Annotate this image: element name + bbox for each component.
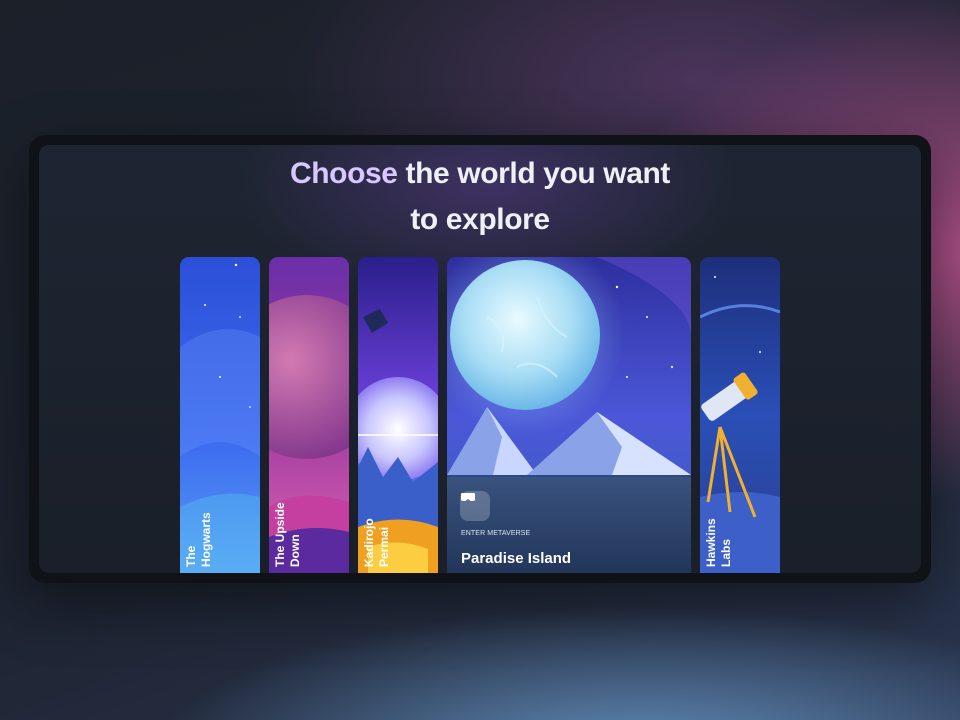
enter-metaverse-label[interactable]: ENTER METAVERSE — [461, 530, 530, 537]
world-label-text: The Hogwarts — [184, 512, 214, 567]
page-title-line-1: Choose the world you want — [39, 151, 921, 197]
app-screen: Choose the world you want to explore The… — [39, 145, 921, 573]
title-line-1-text: the world you want — [405, 157, 671, 190]
world-label-upside-down: The Upside Down — [269, 497, 349, 567]
vr-headset-icon — [461, 493, 475, 501]
vr-headset-button[interactable] — [460, 491, 490, 521]
world-label-kadirojo: Kadirojo Permai — [358, 497, 438, 567]
world-label-line-1: The Upside — [273, 502, 287, 567]
world-label-hawkins: Hawkins Labs — [700, 497, 780, 567]
world-label-line-2: Labs — [719, 538, 733, 567]
world-label-text: Hawkins Labs — [704, 518, 734, 567]
world-card-upside-down[interactable]: The Upside Down — [269, 257, 349, 573]
world-label-line-1: Kadirojo — [362, 518, 376, 567]
device-frame: Choose the world you want to explore The… — [29, 135, 931, 583]
world-label-line-1: The — [184, 545, 198, 567]
world-label-hogwarts: The Hogwarts — [180, 497, 260, 567]
world-info-panel: ENTER METAVERSE Paradise Island — [447, 477, 691, 573]
title-line-2-text: to explore — [410, 203, 550, 236]
title-accent-word: Choose — [289, 157, 398, 190]
world-card-hogwarts[interactable]: The Hogwarts — [180, 257, 260, 573]
world-card-paradise-island[interactable]: ENTER METAVERSE Paradise Island — [447, 257, 691, 573]
world-label-text: Kadirojo Permai — [362, 518, 392, 567]
world-label-line-2: Down — [288, 534, 302, 567]
world-label-line-2: Permai — [377, 526, 391, 567]
world-label-line-1: Hawkins — [704, 518, 718, 567]
page-title: Choose the world you want to explore — [39, 151, 921, 243]
world-title: Paradise Island — [461, 550, 572, 567]
world-card-hawkins-labs[interactable]: Hawkins Labs — [700, 257, 780, 573]
world-label-line-2: Hogwarts — [199, 512, 213, 567]
world-card-kadirojo-permai[interactable]: Kadirojo Permai — [358, 257, 438, 573]
world-label-text: The Upside Down — [273, 502, 303, 567]
